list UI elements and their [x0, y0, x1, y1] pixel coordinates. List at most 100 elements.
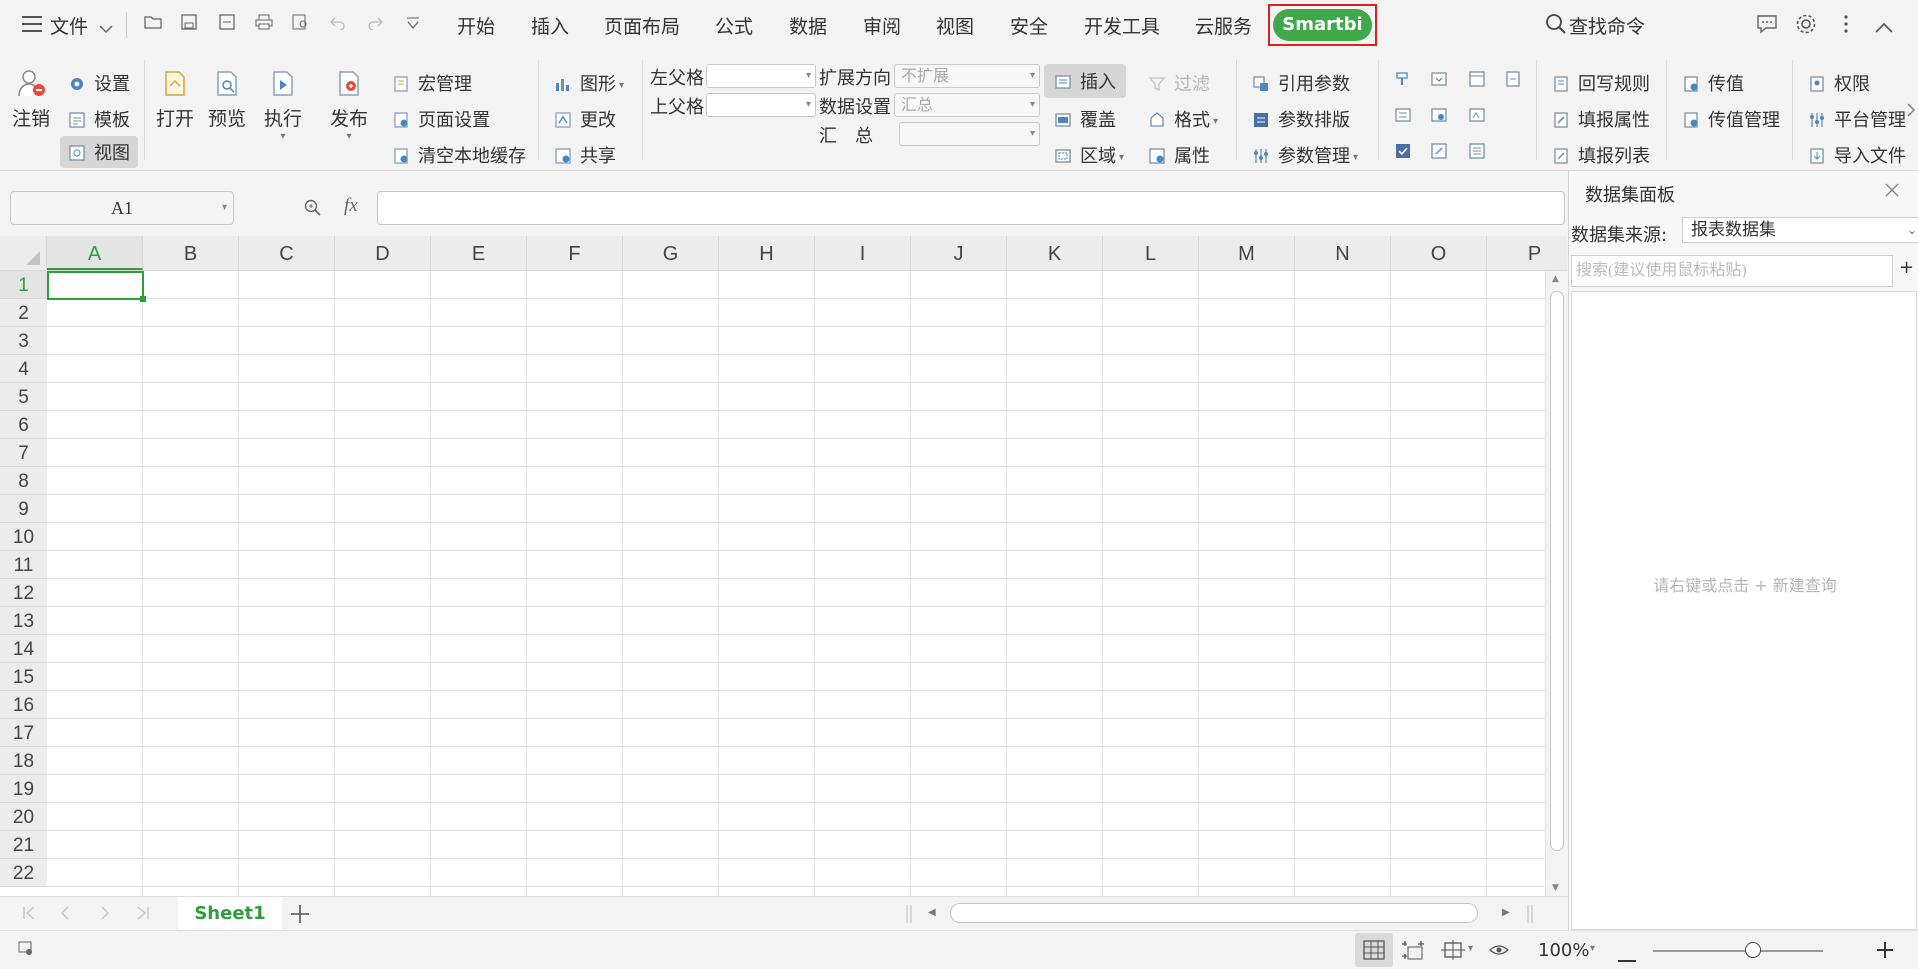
column-header-h[interactable]: H [719, 236, 815, 270]
hamburger-icon[interactable] [22, 16, 42, 37]
image-control-icon[interactable] [1430, 106, 1448, 129]
row-header-20[interactable]: 20 [0, 803, 47, 831]
print-icon[interactable] [253, 14, 275, 36]
zoom-slider-track[interactable] [1653, 950, 1823, 952]
column-header-m[interactable]: M [1199, 236, 1295, 270]
writeback-rule-button[interactable]: 回写规则 [1552, 70, 1650, 96]
param-layout-button[interactable]: 参数排版 [1252, 106, 1350, 132]
list-control-icon[interactable] [1394, 106, 1412, 129]
scroll-right-icon[interactable]: ▶ [1502, 907, 1510, 918]
row-header-1[interactable]: 1 [0, 271, 47, 299]
row-header-8[interactable]: 8 [0, 467, 47, 495]
gear-icon[interactable] [1795, 13, 1817, 40]
clear-cache-button[interactable]: 清空本地缓存 [392, 142, 526, 168]
tab-insert[interactable]: 插入 [531, 12, 569, 39]
form-control-icon[interactable] [1468, 142, 1486, 165]
macro-manage-button[interactable]: 宏管理 [392, 70, 472, 96]
name-box[interactable]: A1 ▾ [10, 191, 234, 225]
execute-button[interactable]: 执行 ▾ [264, 68, 302, 142]
normal-view-icon[interactable] [1355, 933, 1393, 967]
row-header-4[interactable]: 4 [0, 355, 47, 383]
tab-cloud[interactable]: 云服务 [1195, 12, 1252, 39]
row-header-14[interactable]: 14 [0, 635, 47, 663]
row-header-11[interactable]: 11 [0, 551, 47, 579]
formula-input[interactable] [377, 191, 1565, 225]
print-preview-icon[interactable] [290, 14, 312, 36]
save-as-icon[interactable] [216, 14, 238, 36]
column-header-g[interactable]: G [623, 236, 719, 270]
view-button[interactable]: 视图 [60, 136, 138, 168]
tab-review[interactable]: 审阅 [863, 12, 901, 39]
fx-icon[interactable]: fx [344, 195, 358, 217]
find-command[interactable]: 查找命令 [1569, 12, 1645, 39]
first-sheet-icon[interactable] [22, 905, 36, 926]
tab-security[interactable]: 安全 [1010, 12, 1048, 39]
logout-button[interactable]: 注销 [12, 68, 50, 131]
cover-button[interactable]: 覆盖 [1054, 106, 1116, 132]
cell-area[interactable] [47, 271, 1545, 896]
zoom-out-icon[interactable] [1618, 948, 1636, 969]
more-options-icon[interactable] [1843, 14, 1849, 39]
paint-format-icon[interactable] [1394, 70, 1412, 93]
permission-button[interactable]: 权限 [1808, 70, 1870, 96]
textbox-control-icon[interactable] [1468, 106, 1486, 129]
tab-formula[interactable]: 公式 [715, 12, 753, 39]
platform-manage-button[interactable]: 平台管理 [1808, 106, 1906, 132]
collapse-ribbon-icon[interactable] [1874, 18, 1894, 39]
tab-page-layout[interactable]: 页面布局 [604, 12, 680, 39]
column-header-e[interactable]: E [431, 236, 527, 270]
tab-smartbi[interactable]: Smartbi [1273, 9, 1372, 41]
scroll-left-icon[interactable]: ◀ [928, 907, 936, 918]
column-header-c[interactable]: C [239, 236, 335, 270]
add-sheet-icon[interactable] [290, 904, 310, 929]
row-header-5[interactable]: 5 [0, 383, 47, 411]
column-header-k[interactable]: K [1007, 236, 1103, 270]
checkbox-control-icon[interactable] [1394, 142, 1412, 165]
scroll-divider-icon[interactable] [905, 905, 913, 928]
open-folder-icon[interactable] [142, 14, 164, 36]
row-header-13[interactable]: 13 [0, 607, 47, 635]
comment-icon[interactable] [1756, 14, 1778, 39]
column-header-b[interactable]: B [143, 236, 239, 270]
scroll-divider-icon[interactable] [1526, 905, 1534, 928]
vertical-scroll-thumb[interactable] [1550, 291, 1564, 851]
row-header-2[interactable]: 2 [0, 299, 47, 327]
data-setting-select[interactable]: 汇总 ▾ [894, 93, 1040, 117]
chevron-down-icon[interactable] [99, 18, 113, 39]
row-header-9[interactable]: 9 [0, 495, 47, 523]
page-layout-view-icon[interactable] [1441, 940, 1467, 965]
next-sheet-icon[interactable] [100, 905, 110, 926]
pass-value-button[interactable]: 传值 [1682, 70, 1744, 96]
chevron-down-icon[interactable]: ▾ [1590, 943, 1595, 954]
zoom-in-icon[interactable] [1876, 941, 1894, 964]
row-header-19[interactable]: 19 [0, 775, 47, 803]
zoom-formula-icon[interactable] [304, 199, 322, 222]
publish-button[interactable]: 发布 ▾ [330, 68, 368, 142]
column-header-f[interactable]: F [527, 236, 623, 270]
file-menu[interactable]: 文件 [50, 12, 88, 39]
row-header-7[interactable]: 7 [0, 439, 47, 467]
column-header-i[interactable]: I [815, 236, 911, 270]
template-button[interactable]: 模板 [68, 106, 130, 132]
row-header-16[interactable]: 16 [0, 691, 47, 719]
row-header-10[interactable]: 10 [0, 523, 47, 551]
dataset-source-select[interactable]: 报表数据集 ⌄ [1682, 217, 1918, 243]
summary-select[interactable]: ▾ [899, 122, 1040, 146]
row-header-17[interactable]: 17 [0, 719, 47, 747]
last-sheet-icon[interactable] [136, 905, 150, 926]
sheet-tab-sheet1[interactable]: Sheet1 [178, 897, 282, 931]
column-header-n[interactable]: N [1295, 236, 1391, 270]
ribbon-scroll-right-icon[interactable] [1906, 102, 1916, 123]
preview-button[interactable]: 预览 [208, 68, 246, 131]
select-all-corner[interactable] [0, 236, 47, 270]
expand-direction-select[interactable]: 不扩展 ▾ [894, 64, 1040, 88]
dropdown-control-icon[interactable] [1430, 70, 1448, 93]
column-header-l[interactable]: L [1103, 236, 1199, 270]
fill-property-button[interactable]: 填报属性 [1552, 106, 1650, 132]
frame-control-icon[interactable] [1468, 70, 1486, 93]
horizontal-scroll-thumb[interactable] [950, 903, 1478, 923]
add-query-button[interactable]: + [1899, 257, 1914, 278]
page-break-view-icon[interactable] [1401, 940, 1425, 965]
eye-protection-icon[interactable] [1488, 941, 1510, 964]
tab-home[interactable]: 开始 [457, 12, 495, 39]
